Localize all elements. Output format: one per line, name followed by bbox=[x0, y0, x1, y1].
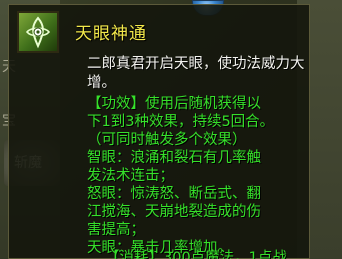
effect-line: 江搅海、天崩地裂造成的伤 bbox=[87, 204, 261, 220]
effect-line: 智眼：浪涌和裂石有几率触 bbox=[87, 150, 261, 166]
effect-line: （可同时触发多个效果） bbox=[87, 132, 247, 148]
skill-cost: 【消耗】300点魔法，1点战 bbox=[105, 250, 287, 259]
effect-line: 【功效】使用后随机获得以 bbox=[87, 96, 261, 112]
effect-line: 怒眼：惊涛怒、断岳式、翻 bbox=[87, 186, 261, 202]
green-eye-icon bbox=[17, 11, 59, 53]
effect-line: 害提高； bbox=[87, 222, 145, 238]
game-screen: 天 宝 斩魔 天眼神通 二郎真君开启天眼，使功法威力大增。 【功效】使用后随机获… bbox=[0, 0, 342, 259]
skill-title: 天眼神通 bbox=[75, 24, 147, 44]
effect-line: 下1到3种效果，持续5回合。 bbox=[87, 114, 275, 130]
effect-line: 发法术连击； bbox=[87, 168, 174, 184]
skill-tooltip: 天眼神通 二郎真君开启天眼，使功法威力大增。 【功效】使用后随机获得以 下1到3… bbox=[8, 4, 310, 259]
eye-glyph-icon bbox=[25, 16, 51, 49]
skill-effect: 【功效】使用后随机获得以 下1到3种效果，持续5回合。 （可同时触发多个效果） … bbox=[87, 95, 309, 257]
skill-description: 二郎真君开启天眼，使功法威力大增。 bbox=[87, 56, 305, 91]
